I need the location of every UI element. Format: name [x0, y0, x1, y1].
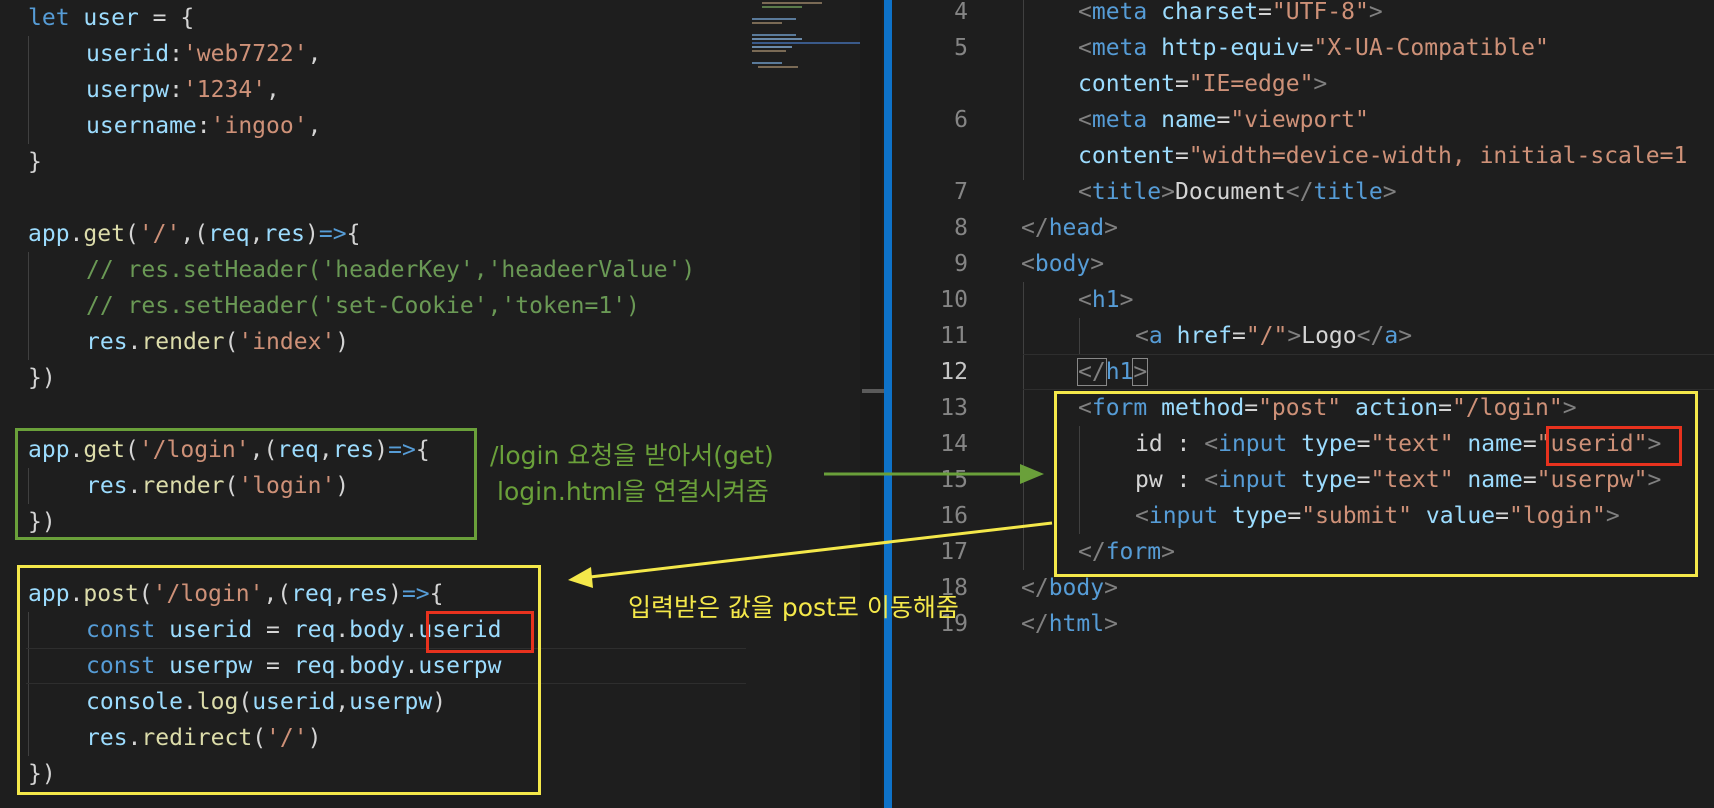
indent-guide — [28, 36, 29, 144]
minimap-line — [752, 50, 786, 52]
left-scrollbar-thumb[interactable] — [862, 389, 884, 393]
minimap-line — [758, 66, 798, 68]
code-line[interactable]: app.get('/',(req,res)=>{ — [28, 216, 360, 252]
get-annotation-line2: login.html을 연결시켜줌 — [497, 477, 769, 506]
line-number-active: 12 — [940, 359, 968, 385]
minimap-line — [752, 22, 782, 24]
minimap-line — [752, 62, 782, 64]
indent-guide — [28, 252, 29, 360]
code-line[interactable]: <a href="/">Logo</a> — [1135, 318, 1412, 354]
line-number: 16 — [940, 503, 968, 529]
code-line[interactable]: </head> — [1021, 210, 1118, 246]
line-number: 15 — [940, 467, 968, 493]
minimap-line — [752, 42, 860, 44]
code-line[interactable]: res.render('index') — [86, 324, 349, 360]
code-line[interactable]: let user = { — [28, 0, 194, 36]
code-line[interactable]: content="IE=edge"> — [1078, 66, 1327, 102]
code-line[interactable]: </html> — [1021, 606, 1118, 642]
minimap-line — [752, 46, 792, 48]
post-annotation: 입력받은 값을 post로 이동해줌 — [628, 593, 959, 622]
line-number: 10 — [940, 287, 968, 313]
code-line[interactable]: </h1> — [1077, 354, 1149, 390]
code-line[interactable]: }) — [28, 360, 56, 396]
code-line[interactable]: <meta http-equiv="X-UA-Compatible" — [1078, 30, 1549, 66]
indent-guide — [1023, 0, 1024, 180]
line-number: 13 — [940, 395, 968, 421]
line-number: 7 — [954, 179, 968, 205]
minimap-line — [752, 38, 802, 40]
line-number: 14 — [940, 431, 968, 457]
line-number: 11 — [940, 323, 968, 349]
line-number: 5 — [954, 35, 968, 61]
code-line[interactable]: <meta name="viewport" — [1078, 102, 1369, 138]
code-line[interactable]: userid:'web7722', — [86, 36, 321, 72]
code-line[interactable]: username:'ingoo', — [86, 108, 321, 144]
get-annotation-line1: /login 요청을 받아서(get) — [490, 441, 774, 470]
code-line[interactable]: userpw:'1234', — [86, 72, 280, 108]
post-login-highlight-box — [17, 565, 541, 795]
line-number: 6 — [954, 107, 968, 133]
get-login-highlight-box — [15, 428, 477, 540]
code-line[interactable]: <body> — [1021, 246, 1104, 282]
indent-guide — [1079, 318, 1080, 354]
form-highlight-box — [1054, 391, 1698, 577]
editor-split-divider[interactable] — [884, 0, 892, 808]
line-number: 9 — [954, 251, 968, 277]
left-scrollbar[interactable] — [860, 0, 882, 808]
minimap-line — [752, 18, 796, 20]
minimap-line — [752, 34, 796, 36]
userid-name-highlight — [1546, 426, 1682, 466]
line-number: 17 — [940, 539, 968, 565]
code-line[interactable]: content="width=device-width, initial-sca… — [1078, 138, 1687, 174]
line-number: 8 — [954, 215, 968, 241]
code-line[interactable]: } — [28, 144, 42, 180]
indent-guide — [1023, 282, 1024, 570]
line-number: 4 — [954, 0, 968, 25]
code-comment[interactable]: // res.setHeader('headerKey','headeerVal… — [86, 252, 695, 288]
minimap-line — [762, 6, 802, 8]
minimap-line — [762, 2, 822, 4]
code-line[interactable]: <title>Document</title> — [1078, 174, 1397, 210]
code-comment[interactable]: // res.setHeader('set-Cookie','token=1') — [86, 288, 640, 324]
userid-property-highlight — [426, 611, 534, 653]
code-line[interactable]: <h1> — [1078, 282, 1133, 318]
minimap[interactable] — [750, 2, 860, 72]
code-line[interactable]: <meta charset="UTF-8"> — [1078, 0, 1383, 30]
